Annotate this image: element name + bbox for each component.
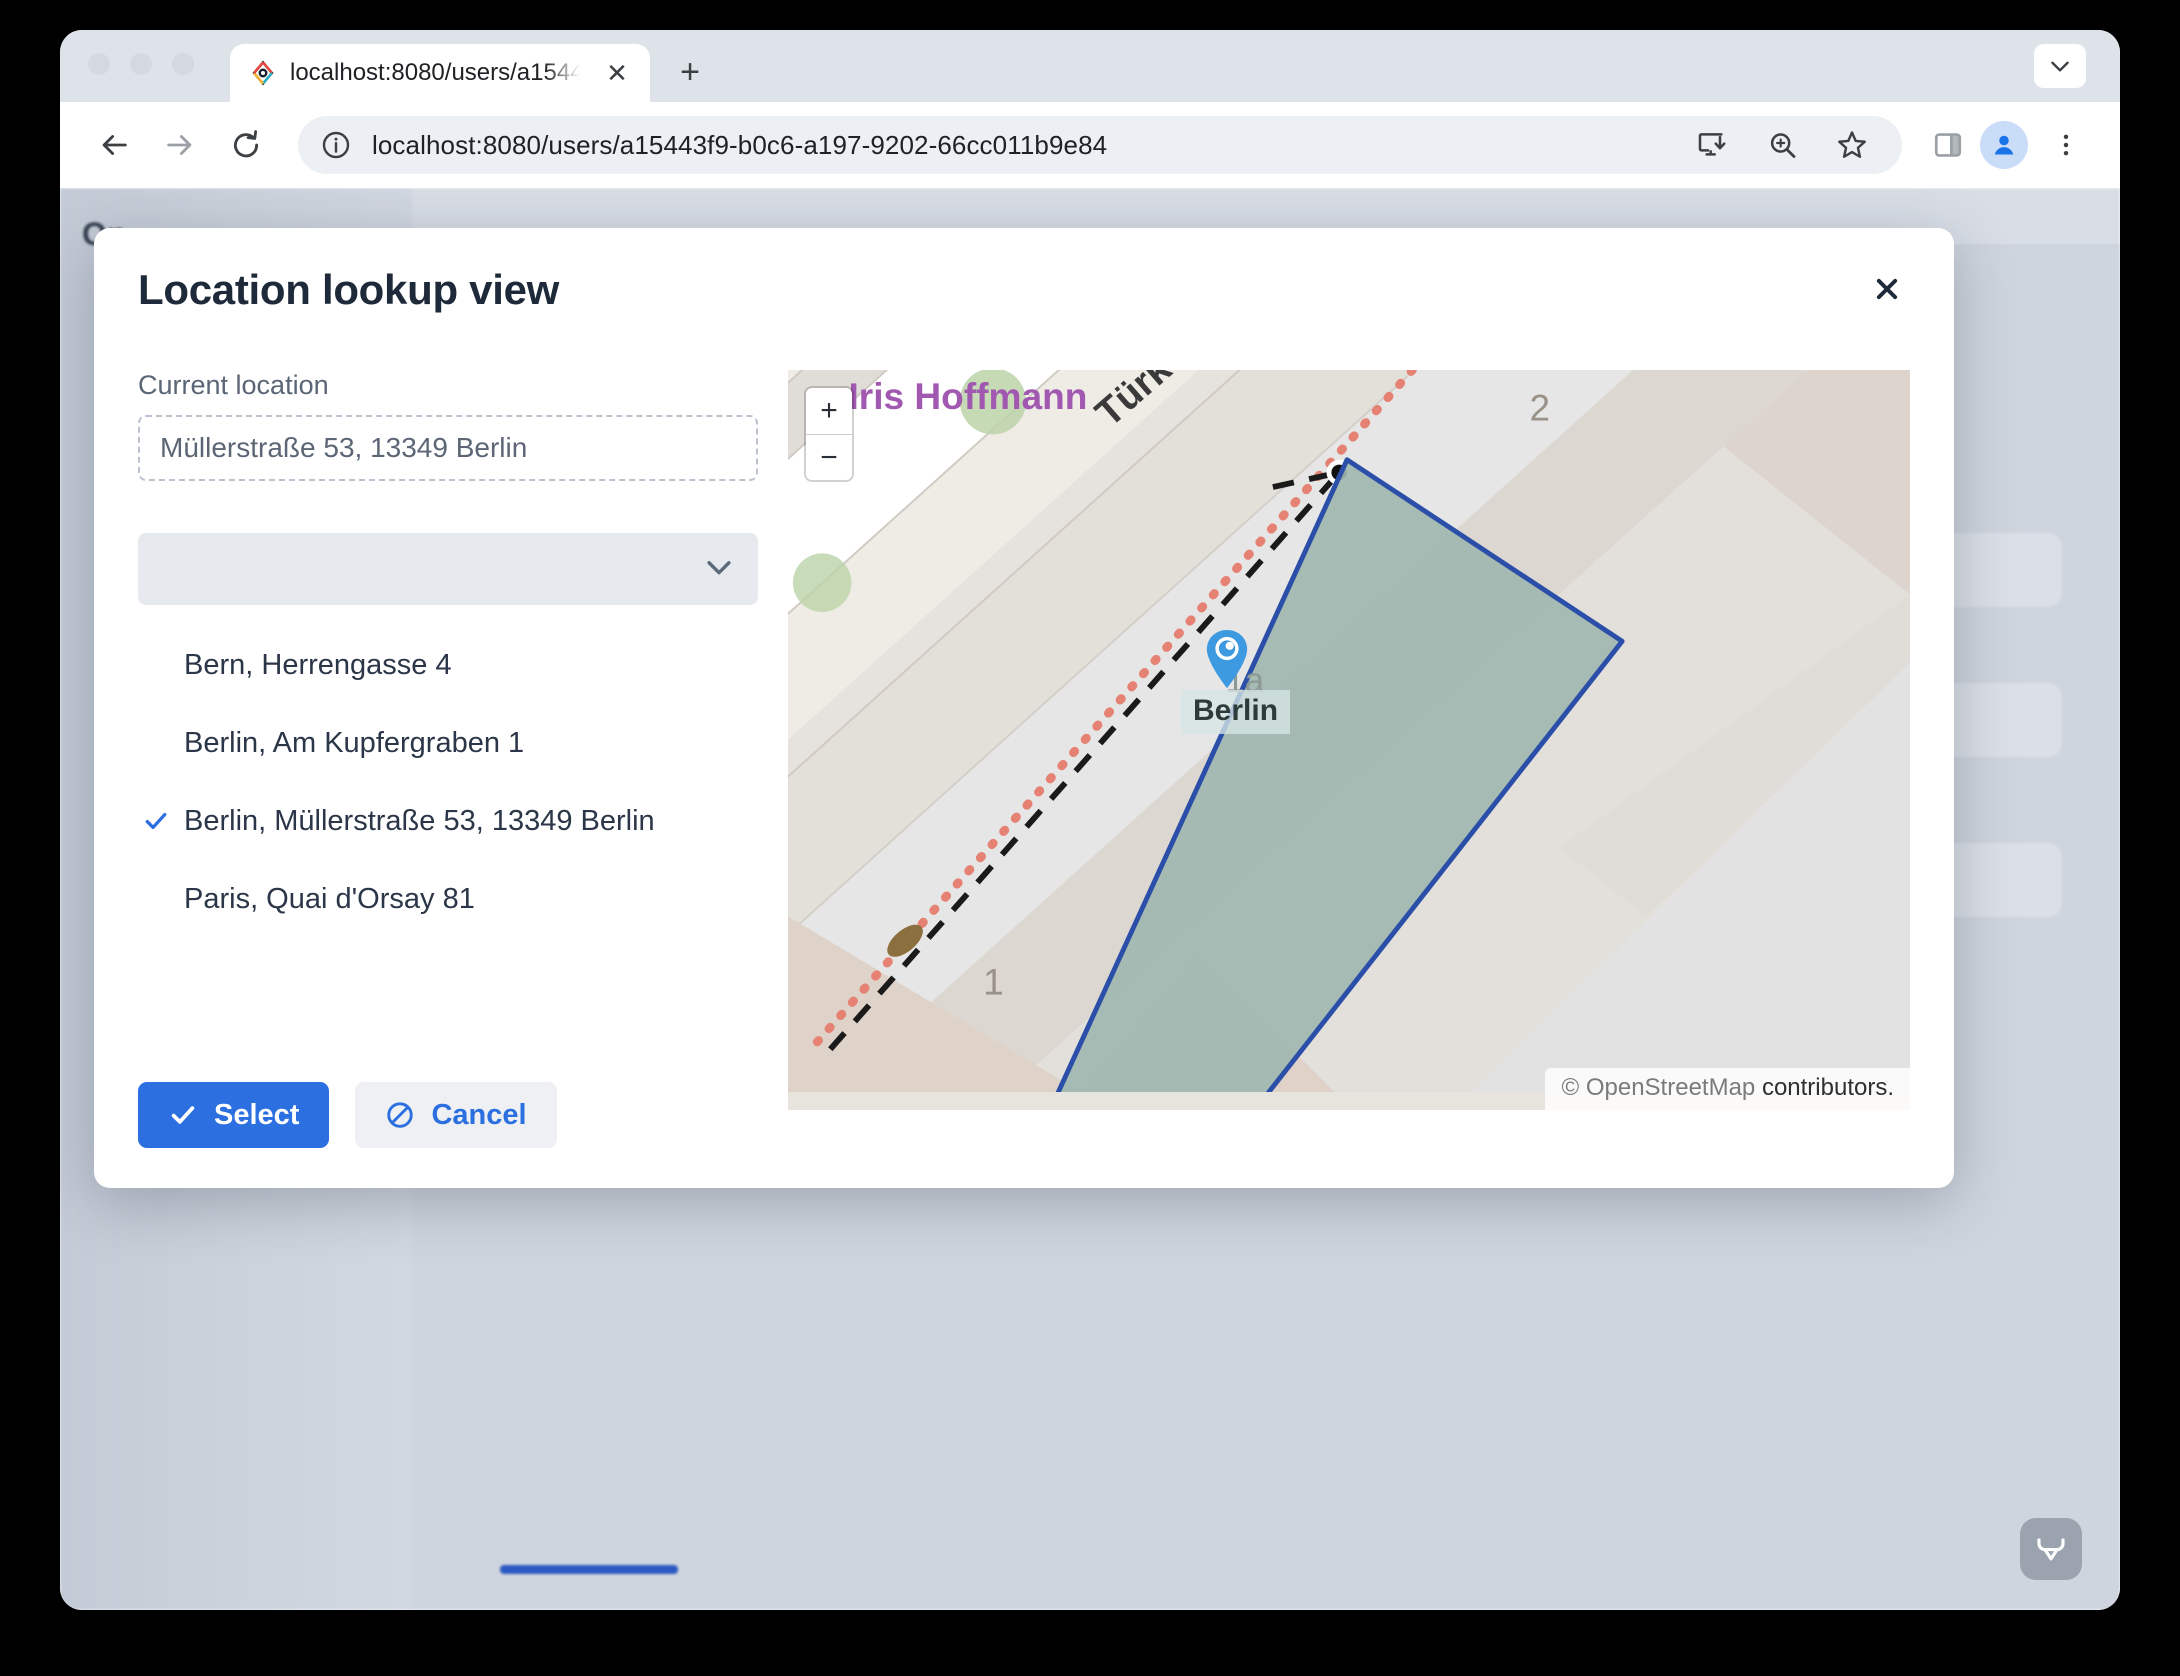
list-item-selected[interactable]: Berlin, Müllerstraße 53, 13349 Berlin (138, 795, 758, 847)
select-button[interactable]: Select (138, 1082, 329, 1148)
lookup-left-column: Current location Müllerstraße 53, 13349 … (138, 314, 758, 1052)
page-viewport: On (60, 188, 2120, 1610)
option-check-slot (142, 807, 170, 835)
modal-header: Location lookup view (94, 228, 1954, 314)
forward-icon (163, 128, 197, 162)
map-tiles: Türke 2 1 1a Iris Hoffmann (788, 370, 1910, 1092)
profile-button[interactable] (1980, 121, 2028, 169)
location-lookup-modal: Location lookup view Current location Mü… (94, 228, 1954, 1188)
minimize-window-button[interactable] (130, 53, 152, 75)
location-map[interactable]: Türke 2 1 1a Iris Hoffmann (788, 370, 1910, 1110)
modal-close-button[interactable] (1864, 266, 1910, 312)
svg-text:1: 1 (983, 960, 1004, 1002)
map-attribution-contributors[interactable]: contributors. (1762, 1074, 1894, 1101)
reload-icon (229, 128, 263, 162)
block-circle-icon (385, 1100, 415, 1130)
map-attribution[interactable]: © OpenStreetMap contributors. (1545, 1068, 1910, 1110)
close-icon (1872, 274, 1902, 304)
map-marker-label: Berlin (1181, 690, 1290, 734)
list-item-label: Berlin, Am Kupfergraben 1 (184, 727, 524, 760)
bookmark-button[interactable] (1830, 123, 1874, 167)
forward-button[interactable] (152, 117, 208, 173)
map-pin-icon (1203, 628, 1251, 690)
chevron-down-icon (702, 550, 736, 584)
omnibox-actions (1690, 123, 1880, 167)
list-item-label: Bern, Herrengasse 4 (184, 649, 452, 682)
map-attribution-copyright: © OpenStreetMap (1561, 1074, 1755, 1101)
bookmark-star-icon (1835, 128, 1869, 162)
current-location-value: Müllerstraße 53, 13349 Berlin (138, 415, 758, 481)
back-button[interactable] (86, 117, 142, 173)
select-button-label: Select (214, 1099, 299, 1132)
modal-body: Current location Müllerstraße 53, 13349 … (94, 314, 1954, 1052)
side-panel-button[interactable] (1926, 123, 1970, 167)
location-select-dropdown[interactable] (138, 533, 758, 605)
svg-text:Iris Hoffmann: Iris Hoffmann (848, 375, 1087, 417)
back-icon (97, 128, 131, 162)
map-marker[interactable] (1203, 628, 1251, 695)
zoom-button[interactable] (1760, 123, 1804, 167)
list-item[interactable]: Paris, Quai d'Orsay 81 (138, 873, 758, 925)
corner-badge[interactable] (2020, 1518, 2082, 1580)
check-icon (142, 807, 170, 835)
profile-avatar-icon (1989, 130, 2019, 160)
map-zoom-controls: + − (806, 388, 852, 480)
list-item-label: Berlin, Müllerstraße 53, 13349 Berlin (184, 805, 655, 838)
chevron-down-icon (2047, 53, 2073, 79)
list-item-label: Paris, Quai d'Orsay 81 (184, 883, 475, 916)
maximize-window-button[interactable] (172, 53, 194, 75)
tab-list-button[interactable] (2034, 44, 2086, 88)
svg-text:2: 2 (1529, 387, 1550, 429)
browser-menu-button[interactable] (2038, 117, 2094, 173)
diamond-logo-icon (250, 60, 276, 86)
browser-window: localhost:8080/users/a15443 ✕ + (60, 30, 2120, 1610)
browser-menu-icon (2052, 131, 2080, 159)
list-item[interactable]: Bern, Herrengasse 4 (138, 639, 758, 691)
tab-title: localhost:8080/users/a15443 (290, 59, 580, 87)
browser-toolbar: localhost:8080/users/a15443f9-b0c6-a197-… (60, 102, 2120, 188)
cancel-button-label: Cancel (431, 1099, 526, 1132)
modal-title: Location lookup view (138, 266, 559, 314)
tab-close-button[interactable]: ✕ (600, 56, 634, 90)
reload-button[interactable] (218, 117, 274, 173)
current-location-label: Current location (138, 370, 758, 401)
list-item[interactable]: Berlin, Am Kupfergraben 1 (138, 717, 758, 769)
dropdown-chevron (702, 550, 736, 589)
zoom-magnifier-icon (1766, 129, 1798, 161)
check-icon (168, 1100, 198, 1130)
site-info-icon[interactable] (320, 129, 352, 161)
window-traffic-lights (88, 30, 194, 102)
install-app-button[interactable] (1690, 123, 1734, 167)
address-bar[interactable]: localhost:8080/users/a15443f9-b0c6-a197-… (298, 116, 1902, 174)
address-bar-url: localhost:8080/users/a15443f9-b0c6-a197-… (372, 130, 1107, 161)
install-app-icon (1696, 129, 1728, 161)
close-window-button[interactable] (88, 53, 110, 75)
lookup-right-column: Türke 2 1 1a Iris Hoffmann (788, 314, 1910, 1052)
map-zoom-in-button[interactable]: + (806, 388, 852, 434)
bull-head-icon (2033, 1531, 2069, 1567)
new-tab-button[interactable]: + (666, 48, 714, 96)
side-panel-icon (1932, 129, 1964, 161)
tab-strip: localhost:8080/users/a15443 ✕ + (60, 30, 2120, 102)
cancel-button[interactable]: Cancel (355, 1082, 556, 1148)
location-option-list: Bern, Herrengasse 4 Berlin, Am Kupfergra… (138, 639, 758, 925)
background-active-indicator (500, 1565, 678, 1574)
browser-tab[interactable]: localhost:8080/users/a15443 ✕ (230, 44, 650, 102)
map-zoom-out-button[interactable]: − (806, 434, 852, 480)
